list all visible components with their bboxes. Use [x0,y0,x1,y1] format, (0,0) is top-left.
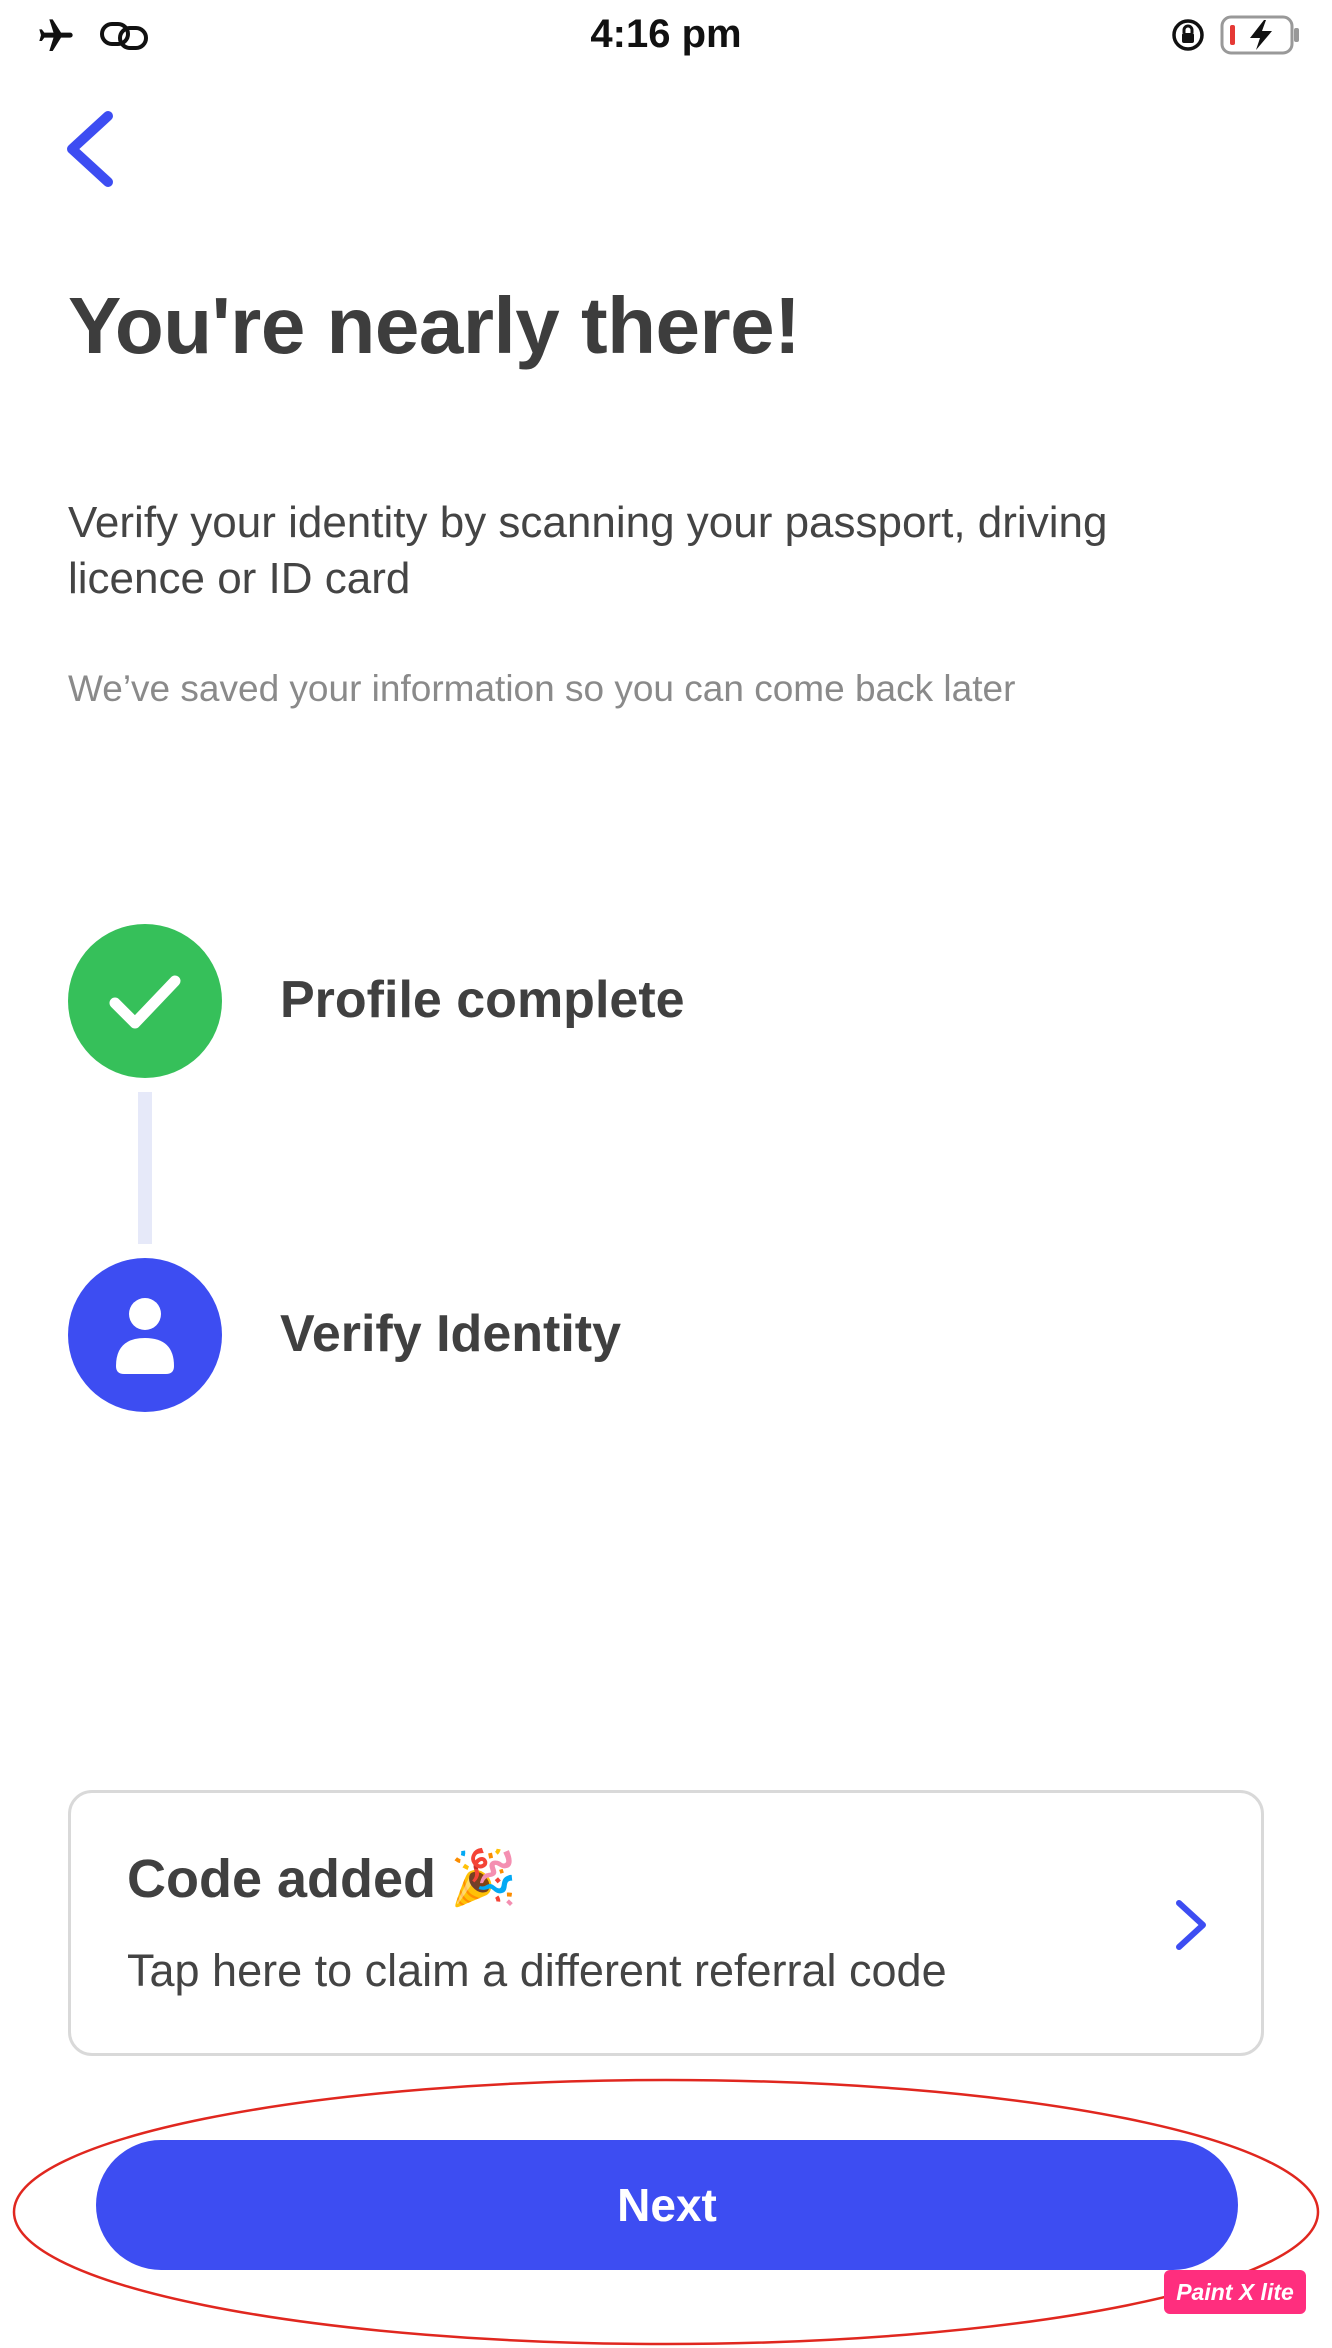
chevron-right-icon [1176,1900,1206,1950]
back-button[interactable] [58,106,122,192]
status-time: 4:16 pm [590,12,742,56]
saved-info-note: We’ve saved your information so you can … [68,668,1016,709]
orientation-lock-icon [1170,17,1206,58]
watermark-badge: Paint X lite [1164,2270,1306,2314]
battery-charging-icon [1220,14,1302,61]
step-connector [138,1092,152,1244]
step-profile-complete-indicator [68,924,222,1078]
referral-card-description: Tap here to claim a different referral c… [127,1945,947,1996]
party-popper-icon: 🎉 [450,1848,518,1908]
chevron-left-icon [67,111,113,187]
instruction-text: Verify your identity by scanning your pa… [68,498,1108,603]
status-bar-right [1170,14,1302,60]
page-title: You're nearly there! [68,281,801,370]
person-icon [116,1298,174,1374]
step-verify-identity-indicator [68,1258,222,1412]
referral-code-card[interactable]: Code added 🎉 Tap here to claim a differe… [68,1790,1264,2056]
referral-card-title-text: Code added [127,1848,437,1909]
step-profile-complete-label: Profile complete [280,971,685,1029]
step-verify-identity-label: Verify Identity [280,1305,621,1363]
checkmark-icon [109,975,181,1029]
referral-card-title: Code added 🎉 [127,1847,517,1910]
next-button[interactable]: Next [96,2140,1238,2270]
